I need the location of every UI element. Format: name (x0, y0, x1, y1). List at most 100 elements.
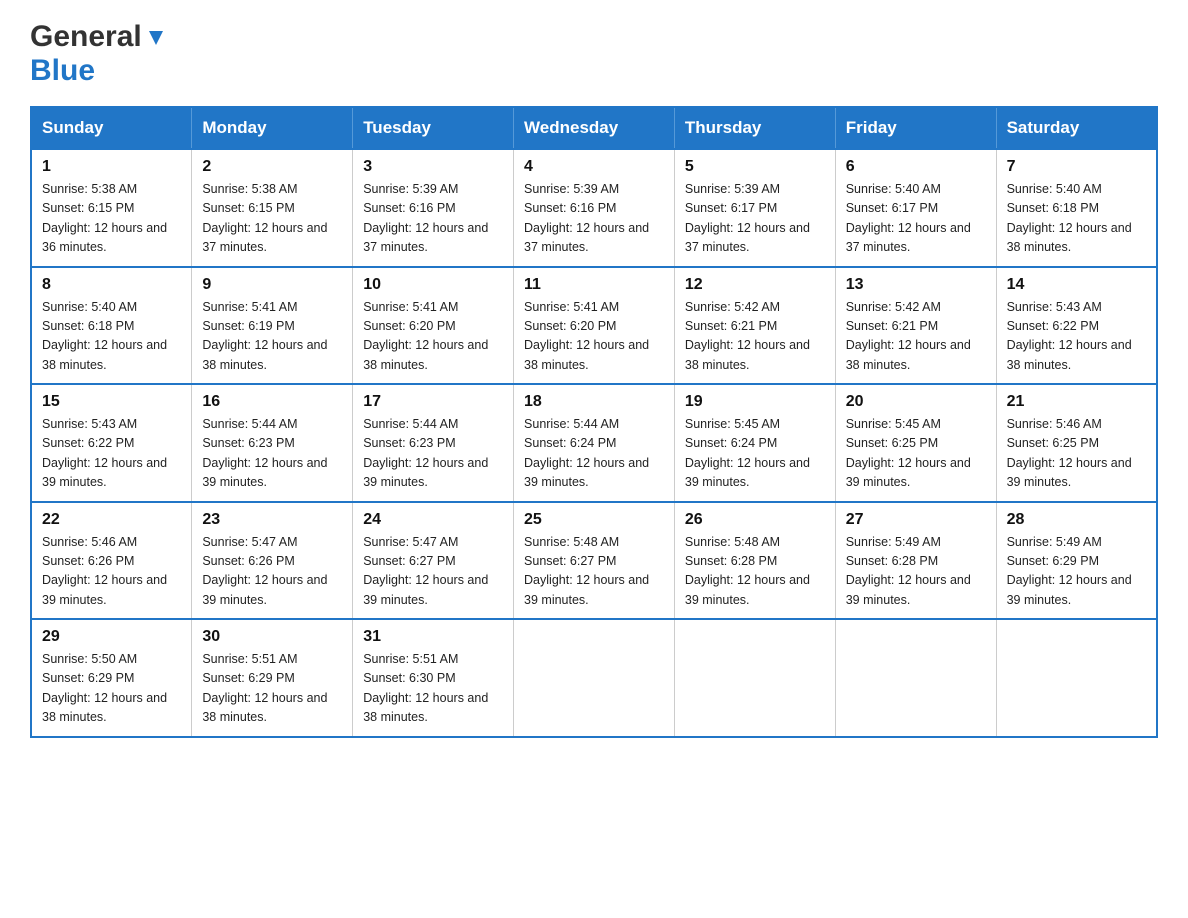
calendar-day-cell: 20 Sunrise: 5:45 AMSunset: 6:25 PMDaylig… (835, 384, 996, 502)
calendar-day-cell: 29 Sunrise: 5:50 AMSunset: 6:29 PMDaylig… (31, 619, 192, 737)
calendar-day-cell: 17 Sunrise: 5:44 AMSunset: 6:23 PMDaylig… (353, 384, 514, 502)
calendar-day-cell: 3 Sunrise: 5:39 AMSunset: 6:16 PMDayligh… (353, 149, 514, 267)
day-info: Sunrise: 5:44 AMSunset: 6:23 PMDaylight:… (363, 415, 503, 493)
day-info: Sunrise: 5:41 AMSunset: 6:20 PMDaylight:… (363, 298, 503, 376)
calendar-day-cell: 26 Sunrise: 5:48 AMSunset: 6:28 PMDaylig… (674, 502, 835, 620)
calendar-week-row: 29 Sunrise: 5:50 AMSunset: 6:29 PMDaylig… (31, 619, 1157, 737)
calendar-week-row: 15 Sunrise: 5:43 AMSunset: 6:22 PMDaylig… (31, 384, 1157, 502)
calendar-day-header: Thursday (674, 107, 835, 149)
page-header: General Blue (30, 20, 1158, 88)
day-number: 8 (42, 276, 181, 294)
day-number: 24 (363, 511, 503, 529)
day-info: Sunrise: 5:39 AMSunset: 6:16 PMDaylight:… (363, 180, 503, 258)
day-number: 10 (363, 276, 503, 294)
day-info: Sunrise: 5:48 AMSunset: 6:27 PMDaylight:… (524, 533, 664, 611)
day-info: Sunrise: 5:51 AMSunset: 6:29 PMDaylight:… (202, 650, 342, 728)
day-info: Sunrise: 5:42 AMSunset: 6:21 PMDaylight:… (685, 298, 825, 376)
day-number: 15 (42, 393, 181, 411)
day-number: 25 (524, 511, 664, 529)
day-number: 28 (1007, 511, 1146, 529)
calendar-day-cell: 30 Sunrise: 5:51 AMSunset: 6:29 PMDaylig… (192, 619, 353, 737)
calendar-day-cell: 2 Sunrise: 5:38 AMSunset: 6:15 PMDayligh… (192, 149, 353, 267)
calendar-day-cell: 7 Sunrise: 5:40 AMSunset: 6:18 PMDayligh… (996, 149, 1157, 267)
day-info: Sunrise: 5:49 AMSunset: 6:28 PMDaylight:… (846, 533, 986, 611)
logo-arrow-icon (145, 27, 167, 49)
day-number: 14 (1007, 276, 1146, 294)
calendar-day-cell: 12 Sunrise: 5:42 AMSunset: 6:21 PMDaylig… (674, 267, 835, 385)
calendar-day-cell (835, 619, 996, 737)
day-info: Sunrise: 5:40 AMSunset: 6:17 PMDaylight:… (846, 180, 986, 258)
day-number: 30 (202, 628, 342, 646)
day-number: 13 (846, 276, 986, 294)
calendar-day-cell (514, 619, 675, 737)
day-info: Sunrise: 5:49 AMSunset: 6:29 PMDaylight:… (1007, 533, 1146, 611)
day-info: Sunrise: 5:47 AMSunset: 6:26 PMDaylight:… (202, 533, 342, 611)
day-info: Sunrise: 5:42 AMSunset: 6:21 PMDaylight:… (846, 298, 986, 376)
day-number: 3 (363, 158, 503, 176)
day-number: 16 (202, 393, 342, 411)
day-number: 9 (202, 276, 342, 294)
calendar-day-cell (996, 619, 1157, 737)
calendar-day-header: Sunday (31, 107, 192, 149)
calendar-week-row: 1 Sunrise: 5:38 AMSunset: 6:15 PMDayligh… (31, 149, 1157, 267)
calendar-day-cell: 28 Sunrise: 5:49 AMSunset: 6:29 PMDaylig… (996, 502, 1157, 620)
day-info: Sunrise: 5:44 AMSunset: 6:23 PMDaylight:… (202, 415, 342, 493)
calendar-day-cell: 5 Sunrise: 5:39 AMSunset: 6:17 PMDayligh… (674, 149, 835, 267)
day-number: 7 (1007, 158, 1146, 176)
day-number: 29 (42, 628, 181, 646)
calendar-day-cell: 21 Sunrise: 5:46 AMSunset: 6:25 PMDaylig… (996, 384, 1157, 502)
day-number: 2 (202, 158, 342, 176)
calendar-header-row: SundayMondayTuesdayWednesdayThursdayFrid… (31, 107, 1157, 149)
calendar-day-cell: 19 Sunrise: 5:45 AMSunset: 6:24 PMDaylig… (674, 384, 835, 502)
day-info: Sunrise: 5:39 AMSunset: 6:16 PMDaylight:… (524, 180, 664, 258)
calendar-day-cell: 11 Sunrise: 5:41 AMSunset: 6:20 PMDaylig… (514, 267, 675, 385)
day-info: Sunrise: 5:47 AMSunset: 6:27 PMDaylight:… (363, 533, 503, 611)
calendar-day-header: Monday (192, 107, 353, 149)
calendar-day-cell: 10 Sunrise: 5:41 AMSunset: 6:20 PMDaylig… (353, 267, 514, 385)
day-info: Sunrise: 5:40 AMSunset: 6:18 PMDaylight:… (1007, 180, 1146, 258)
calendar-day-cell: 25 Sunrise: 5:48 AMSunset: 6:27 PMDaylig… (514, 502, 675, 620)
calendar-day-cell: 24 Sunrise: 5:47 AMSunset: 6:27 PMDaylig… (353, 502, 514, 620)
calendar-day-cell: 14 Sunrise: 5:43 AMSunset: 6:22 PMDaylig… (996, 267, 1157, 385)
calendar-day-cell: 16 Sunrise: 5:44 AMSunset: 6:23 PMDaylig… (192, 384, 353, 502)
day-info: Sunrise: 5:46 AMSunset: 6:26 PMDaylight:… (42, 533, 181, 611)
day-number: 31 (363, 628, 503, 646)
logo-general-text: General (30, 20, 142, 54)
calendar-day-cell: 23 Sunrise: 5:47 AMSunset: 6:26 PMDaylig… (192, 502, 353, 620)
day-number: 12 (685, 276, 825, 294)
day-info: Sunrise: 5:43 AMSunset: 6:22 PMDaylight:… (42, 415, 181, 493)
day-info: Sunrise: 5:40 AMSunset: 6:18 PMDaylight:… (42, 298, 181, 376)
day-info: Sunrise: 5:46 AMSunset: 6:25 PMDaylight:… (1007, 415, 1146, 493)
day-info: Sunrise: 5:50 AMSunset: 6:29 PMDaylight:… (42, 650, 181, 728)
day-number: 26 (685, 511, 825, 529)
day-info: Sunrise: 5:39 AMSunset: 6:17 PMDaylight:… (685, 180, 825, 258)
logo-blue-text: Blue (30, 54, 95, 87)
day-number: 27 (846, 511, 986, 529)
calendar-day-cell: 18 Sunrise: 5:44 AMSunset: 6:24 PMDaylig… (514, 384, 675, 502)
day-number: 20 (846, 393, 986, 411)
calendar-week-row: 8 Sunrise: 5:40 AMSunset: 6:18 PMDayligh… (31, 267, 1157, 385)
day-info: Sunrise: 5:45 AMSunset: 6:24 PMDaylight:… (685, 415, 825, 493)
day-number: 19 (685, 393, 825, 411)
day-number: 6 (846, 158, 986, 176)
day-number: 21 (1007, 393, 1146, 411)
calendar-day-cell: 1 Sunrise: 5:38 AMSunset: 6:15 PMDayligh… (31, 149, 192, 267)
day-number: 22 (42, 511, 181, 529)
logo: General Blue (30, 20, 167, 88)
day-info: Sunrise: 5:41 AMSunset: 6:20 PMDaylight:… (524, 298, 664, 376)
day-info: Sunrise: 5:45 AMSunset: 6:25 PMDaylight:… (846, 415, 986, 493)
day-info: Sunrise: 5:38 AMSunset: 6:15 PMDaylight:… (42, 180, 181, 258)
calendar-day-cell: 8 Sunrise: 5:40 AMSunset: 6:18 PMDayligh… (31, 267, 192, 385)
day-number: 4 (524, 158, 664, 176)
calendar-day-header: Friday (835, 107, 996, 149)
calendar-day-cell: 27 Sunrise: 5:49 AMSunset: 6:28 PMDaylig… (835, 502, 996, 620)
day-info: Sunrise: 5:44 AMSunset: 6:24 PMDaylight:… (524, 415, 664, 493)
calendar-week-row: 22 Sunrise: 5:46 AMSunset: 6:26 PMDaylig… (31, 502, 1157, 620)
calendar-day-cell: 15 Sunrise: 5:43 AMSunset: 6:22 PMDaylig… (31, 384, 192, 502)
calendar-day-header: Saturday (996, 107, 1157, 149)
day-info: Sunrise: 5:43 AMSunset: 6:22 PMDaylight:… (1007, 298, 1146, 376)
day-number: 5 (685, 158, 825, 176)
day-number: 23 (202, 511, 342, 529)
calendar-day-header: Wednesday (514, 107, 675, 149)
day-number: 11 (524, 276, 664, 294)
